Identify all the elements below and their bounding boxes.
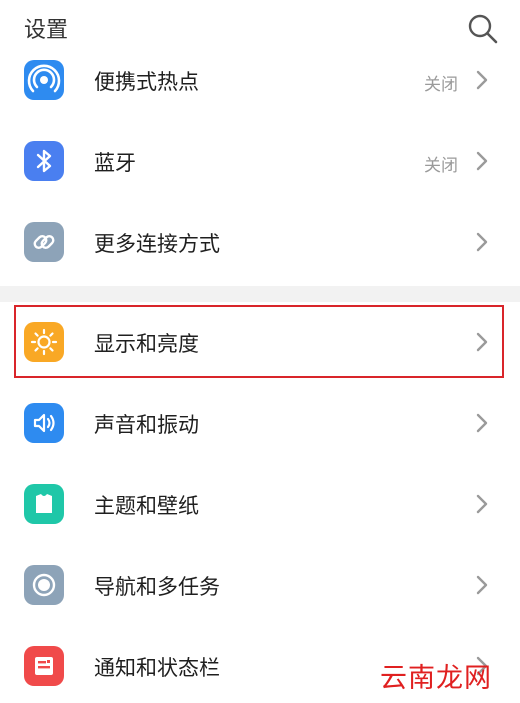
settings-item-bluetooth[interactable]: 蓝牙 关闭 bbox=[0, 121, 520, 201]
settings-item-label: 主题和壁纸 bbox=[94, 494, 199, 518]
chevron-right-icon bbox=[474, 492, 490, 516]
settings-item-display[interactable]: 显示和亮度 bbox=[0, 302, 520, 382]
settings-item-label: 便携式热点 bbox=[94, 70, 199, 94]
chevron-right-icon bbox=[474, 149, 490, 173]
settings-item-label: 声音和振动 bbox=[94, 413, 199, 437]
circle-icon bbox=[24, 565, 64, 605]
bluetooth-icon bbox=[24, 141, 64, 181]
chevron-right-icon bbox=[474, 573, 490, 597]
settings-item-label: 蓝牙 bbox=[94, 151, 136, 175]
section-divider bbox=[0, 286, 520, 302]
status-text: 关闭 bbox=[424, 75, 458, 95]
settings-item-more-connections[interactable]: 更多连接方式 bbox=[0, 202, 520, 282]
settings-item-label: 显示和亮度 bbox=[94, 332, 199, 356]
chevron-right-icon bbox=[474, 330, 490, 354]
hotspot-icon bbox=[24, 60, 64, 100]
settings-item-navigation[interactable]: 导航和多任务 bbox=[0, 545, 520, 625]
settings-item-themes[interactable]: 主题和壁纸 bbox=[0, 464, 520, 544]
sun-icon bbox=[24, 322, 64, 362]
chevron-right-icon bbox=[474, 68, 490, 92]
chevron-right-icon bbox=[474, 230, 490, 254]
settings-item-label: 导航和多任务 bbox=[94, 575, 220, 599]
settings-item-sound[interactable]: 声音和振动 bbox=[0, 383, 520, 463]
settings-item-label: 更多连接方式 bbox=[94, 232, 220, 256]
chevron-right-icon bbox=[474, 654, 490, 678]
link-icon bbox=[24, 222, 64, 262]
notification-icon bbox=[24, 646, 64, 686]
speaker-icon bbox=[24, 403, 64, 443]
settings-item-notifications[interactable]: 通知和状态栏 bbox=[0, 626, 520, 703]
shirt-icon bbox=[24, 484, 64, 524]
settings-item-hotspot[interactable]: 便携式热点 关闭 bbox=[0, 40, 520, 120]
settings-item-label: 通知和状态栏 bbox=[94, 656, 220, 680]
chevron-right-icon bbox=[474, 411, 490, 435]
status-text: 关闭 bbox=[424, 156, 458, 176]
